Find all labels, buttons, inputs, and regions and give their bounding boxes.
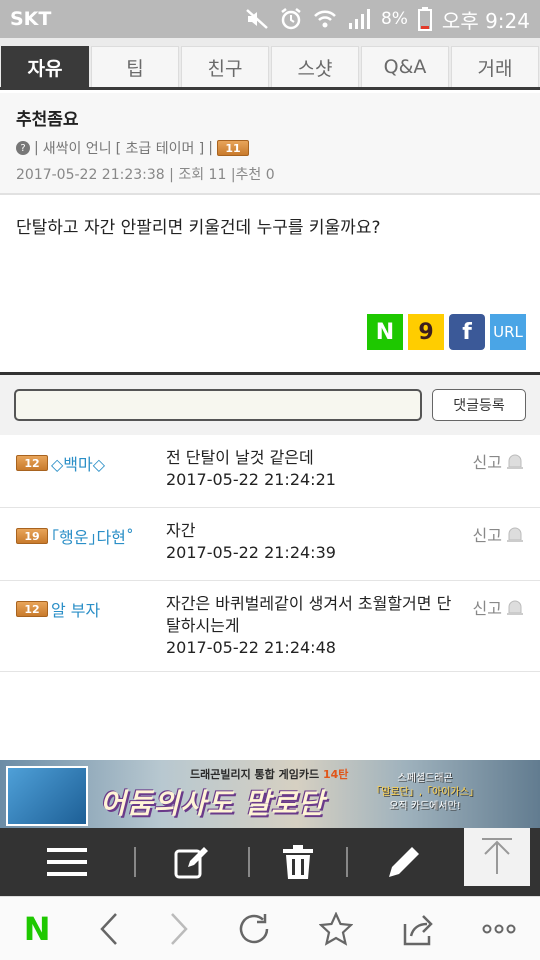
ad-top-text: 드래곤빌리지 통합 게임카드 [190,768,320,781]
edit-note-icon [174,847,208,879]
siren-icon [507,527,523,542]
comment-list: 12 ◇백마◇ 전 단탈이 날것 같은데 2017-05-22 21:24:21… [0,435,540,672]
url-share-icon[interactable]: URL [490,314,526,350]
comment-date: 2017-05-22 21:24:48 [166,638,336,657]
ad-card-image [6,766,88,826]
report-label: 신고 [472,526,502,545]
scroll-top-icon [482,838,512,874]
comment-author[interactable]: 12 알 부자 [16,597,100,621]
more-icon[interactable] [482,924,516,934]
comment-item: 12 ◇백마◇ 전 단탈이 날것 같은데 2017-05-22 21:24:21… [0,435,540,508]
board-tabs: 자유 팁 친구 스샷 Q&A 거래 [0,38,540,90]
battery-icon [417,7,432,31]
comment-author-name[interactable]: ｢행운｣다현˚ [51,524,134,548]
tab-friends[interactable]: 친구 [181,46,269,87]
post-author-rank: [ 초급 테이머 ] [115,141,205,157]
ad-side-text: 스페셜드래곤 「말로단」,「아이가스」 오직 카드에서만! [370,772,480,814]
rank-badge-icon: ? [16,141,30,155]
level-badge: 11 [216,140,249,156]
comment-text: 자간 [166,521,196,540]
comment-author[interactable]: 12 ◇백마◇ [16,451,105,475]
ad-side-line: 「말로단」,「아이가스」 [370,786,480,800]
post-author[interactable]: 새싹이 언니 [43,138,112,158]
trash-icon [283,845,313,879]
ad-top-line: 드래곤빌리지 통합 게임카드 14탄 [190,766,348,782]
post-recommends: |추천 0 [230,167,275,183]
write-button[interactable] [348,828,460,896]
comment-author-name[interactable]: ◇백마◇ [51,451,105,475]
post-header: 추천좀요 ? | 새싹이 언니 [ 초급 테이머 ] | 11 2017-05-… [0,93,540,195]
ad-banner[interactable]: 드래곤빌리지 통합 게임카드 14탄 어둠의사도 말로단 스페셜드래곤 「말로단… [0,760,540,828]
signal-icon [348,9,370,29]
post-meta-line: 2017-05-22 21:23:38 | 조회 11 |추천 0 [16,164,524,184]
report-label: 신고 [472,453,502,472]
tab-trade[interactable]: 거래 [451,46,539,87]
naver-home-icon[interactable]: N [24,910,51,948]
level-badge: 19 [16,528,48,544]
comment-text: 전 단탈이 날것 같은데 [166,448,314,467]
alarm-icon [281,8,301,30]
ad-side-line: 오직 카드에서만! [389,801,461,812]
ad-side-line: 스페셜드래곤 [397,773,453,784]
comment-item: 12 알 부자 자간은 바퀴벌레같이 생겨서 초월할거면 단탈하시는게 2017… [0,581,540,672]
tab-qa[interactable]: Q&A [361,46,449,87]
ad-logo: 어둠의사도 말로단 [100,787,325,820]
clock: 오후 9:24 [441,8,530,33]
reload-icon[interactable] [237,912,271,946]
comment-date: 2017-05-22 21:24:21 [166,470,336,489]
kakao-share-icon[interactable]: 9 [408,314,444,350]
back-icon[interactable] [98,912,120,946]
naver-share-icon[interactable]: N [367,314,403,350]
post-date: 2017-05-22 21:23:38 [16,167,165,183]
browser-nav-bar: N [0,896,540,960]
comment-form: 댓글등록 [0,375,540,435]
comment-input[interactable] [14,389,422,421]
report-button[interactable]: 신고 [473,595,524,619]
separator: | [208,140,213,156]
tab-tips[interactable]: 팁 [91,46,179,87]
comment-author-name[interactable]: 알 부자 [51,597,100,621]
ad-top-highlight: 14탄 [322,768,349,781]
comment-submit-button[interactable]: 댓글등록 [432,389,526,421]
share-icon[interactable] [401,912,435,946]
siren-icon [507,454,523,469]
star-icon[interactable] [318,911,353,946]
separator: | [34,140,39,156]
tab-free[interactable]: 자유 [1,46,89,87]
ad-side-highlight: ,「아이가스」 [418,787,479,798]
level-badge: 12 [16,601,48,617]
comment-item: 19 ｢행운｣다현˚ 자간 2017-05-22 21:24:39 신고 [0,508,540,581]
comment-text: 자간은 바퀴벌레같이 생겨서 초월할거면 단탈하시는게 [166,594,452,635]
wifi-icon [314,10,336,28]
pencil-icon [389,847,419,877]
post-title: 추천좀요 [16,110,79,130]
ad-side-highlight: 「말로단」 [371,787,419,798]
menu-icon [47,848,87,876]
siren-icon [507,600,523,615]
post-author-line: ? | 새싹이 언니 [ 초급 테이머 ] | 11 [16,138,524,158]
post-content: 단탈하고 자간 안팔리면 키울건데 누구를 키울까요? [16,218,381,238]
tab-screenshots[interactable]: 스샷 [271,46,359,87]
menu-button[interactable] [0,828,134,896]
share-buttons: N 9 f URL [367,314,526,350]
post-toolbar [0,828,540,896]
comment-date: 2017-05-22 21:24:39 [166,543,336,562]
battery-percent: 8% [380,9,408,29]
edit-post-button[interactable] [136,828,248,896]
report-label: 신고 [472,599,502,618]
status-bar: SKT 8% 오후 9:24 [0,0,540,38]
level-badge: 12 [16,455,48,471]
forward-icon[interactable] [168,912,190,946]
delete-button[interactable] [250,828,346,896]
mute-icon [246,9,268,29]
carrier-label: SKT [10,8,52,30]
facebook-share-icon[interactable]: f [449,314,485,350]
scroll-top-button[interactable] [464,828,530,886]
post-body: 단탈하고 자간 안팔리면 키울건데 누구를 키울까요? N 9 f URL [0,197,540,372]
comment-author[interactable]: 19 ｢행운｣다현˚ [16,524,134,548]
report-button[interactable]: 신고 [473,449,524,473]
post-views: | 조회 11 [169,167,227,183]
report-button[interactable]: 신고 [473,522,524,546]
